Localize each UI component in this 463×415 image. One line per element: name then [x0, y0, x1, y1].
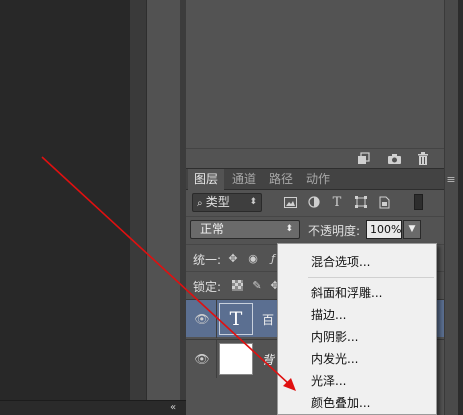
smart-object-filter-icon[interactable] [376, 194, 392, 210]
tab-actions[interactable]: 动作 [300, 169, 336, 190]
adjustment-filter-icon[interactable] [306, 194, 322, 210]
layer-thumbnail[interactable]: T [219, 303, 253, 335]
layer-style-context-menu: 混合选项... 斜面和浮雕... 描边... 内阴影... 内发光... 光泽.… [277, 243, 437, 415]
type-filter-icon[interactable]: T [329, 194, 345, 210]
layers-panel-tabs: 图层 通道 路径 动作 ≡ [186, 169, 456, 191]
bottom-dock-bar: « × [0, 400, 200, 415]
blend-row: 正常 ⬍ 不透明度: 100% ▼ [186, 216, 444, 240]
lock-brush-icon[interactable]: ✎ [250, 278, 264, 292]
menu-item-bevel-emboss[interactable]: 斜面和浮雕... [311, 284, 382, 301]
search-icon: ⌕ [197, 198, 206, 209]
right-edge [458, 0, 463, 415]
unify-position-icon[interactable]: ✥ [226, 251, 240, 265]
opacity-dropdown-button[interactable]: ▼ [403, 220, 421, 239]
upper-panel-footer [186, 148, 458, 168]
trash-icon[interactable] [415, 151, 431, 166]
tab-paths[interactable]: 路径 [263, 169, 299, 190]
collapse-icon[interactable]: « [170, 402, 176, 413]
lock-transparent-icon[interactable] [230, 278, 244, 292]
blend-mode-select[interactable]: 正常 ⬍ [190, 220, 300, 239]
menu-item-blending-options[interactable]: 混合选项... [311, 253, 370, 270]
unify-visibility-icon[interactable]: ◉ [246, 251, 260, 265]
upper-panel [186, 0, 458, 148]
new-layer-comp-icon[interactable] [356, 151, 372, 166]
camera-icon[interactable] [386, 151, 402, 166]
layer-filter-row: ⌕ 类型 ⬍ T [186, 191, 444, 213]
menu-item-satin[interactable]: 光泽... [311, 372, 346, 389]
menu-item-inner-glow[interactable]: 内发光... [311, 350, 358, 367]
filter-toggle-switch[interactable] [414, 194, 423, 210]
layer-name[interactable]: 背 [262, 351, 274, 368]
tab-channels[interactable]: 通道 [226, 169, 262, 190]
lock-label: 锁定: [193, 280, 222, 294]
stepper-icon: ⬍ [285, 224, 293, 234]
unify-label: 统一: [193, 253, 222, 267]
visibility-eye-icon[interactable]: 👁 [192, 352, 212, 366]
collapsed-dock-strip [146, 0, 180, 415]
opacity-label: 不透明度: [308, 224, 361, 238]
pixel-filter-icon[interactable] [282, 194, 298, 210]
blend-mode-value: 正常 [200, 222, 225, 236]
layer-thumbnail[interactable] [219, 343, 253, 375]
tab-layers[interactable]: 图层 [188, 169, 225, 191]
opacity-input[interactable]: 100% [366, 220, 402, 239]
filter-kind-value: 类型 [205, 195, 230, 209]
menu-item-color-overlay[interactable]: 颜色叠加... [311, 394, 370, 411]
eye-divider [216, 300, 217, 338]
visibility-eye-icon[interactable]: 👁 [192, 312, 212, 326]
layer-name[interactable]: 百 [262, 311, 274, 328]
canvas-scroll-edge [130, 0, 146, 415]
filter-kind-select[interactable]: ⌕ 类型 ⬍ [192, 193, 262, 212]
menu-item-inner-shadow[interactable]: 内阴影... [311, 328, 358, 345]
panel-menu-icon[interactable]: ≡ [444, 169, 458, 190]
stepper-icon: ⬍ [249, 197, 257, 207]
menu-item-stroke[interactable]: 描边... [311, 306, 346, 323]
menu-separator [308, 277, 434, 278]
shape-filter-icon[interactable] [353, 194, 369, 210]
document-canvas[interactable] [0, 0, 130, 415]
panel-scrollbar[interactable] [444, 0, 458, 415]
eye-divider [216, 340, 217, 378]
